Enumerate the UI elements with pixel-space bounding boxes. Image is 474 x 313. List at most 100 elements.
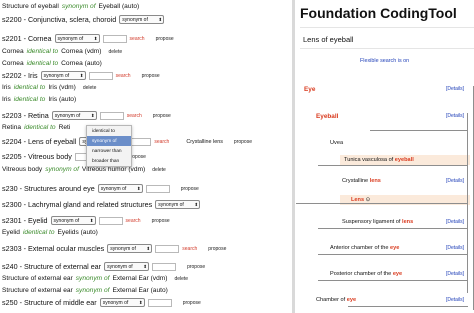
search-input[interactable] bbox=[152, 262, 177, 271]
tree-node[interactable]: Chamber of eye bbox=[316, 297, 356, 303]
mapping-row: s2300 - Lachrymal gland and related stru… bbox=[2, 199, 201, 210]
dropdown-option[interactable]: broader than bbox=[87, 156, 131, 166]
search-input[interactable] bbox=[145, 184, 170, 193]
dropdown-option[interactable]: identical to bbox=[87, 126, 131, 136]
search-button[interactable]: search bbox=[130, 36, 145, 42]
relation-select[interactable]: synonym of ⬍ bbox=[51, 111, 97, 120]
relation-select[interactable]: synonym of ⬍ bbox=[107, 244, 153, 253]
details-link[interactable]: [Details] bbox=[446, 245, 464, 251]
search-button[interactable]: search bbox=[127, 113, 142, 119]
tree-node[interactable]: Crystalline lens bbox=[342, 178, 381, 184]
code-label: s2203 - Retina bbox=[2, 111, 49, 120]
propose-button[interactable]: propose bbox=[234, 139, 252, 145]
relation-label: synonym of bbox=[75, 287, 110, 294]
relation-select[interactable]: synonym of ⬍ bbox=[97, 184, 143, 193]
node-text: Uvea bbox=[330, 140, 344, 146]
propose-button[interactable]: propose bbox=[153, 113, 171, 119]
chevron-down-icon: ⬍ bbox=[143, 263, 148, 269]
relation-select-value: synonym of bbox=[107, 263, 133, 270]
relation-select[interactable]: synonym of ⬍ bbox=[104, 262, 150, 271]
dropdown-option[interactable]: narrower than bbox=[87, 146, 131, 156]
subtitle-separator bbox=[300, 48, 474, 49]
target-input[interactable]: Crystalline lens bbox=[186, 139, 223, 145]
tree-connector bbox=[370, 130, 468, 131]
node-text: Chamber of bbox=[316, 297, 347, 303]
mapping-row: Structure of external ear synonym of Exter… bbox=[2, 285, 168, 296]
relation-label: synonym of bbox=[61, 3, 96, 10]
term-label: Iris bbox=[2, 96, 11, 103]
details-link[interactable]: [Details] bbox=[446, 113, 464, 119]
details-link[interactable]: [Details] bbox=[446, 271, 464, 277]
delete-button[interactable]: delete bbox=[152, 167, 166, 173]
tree-node[interactable]: Suspensory ligament of lens bbox=[342, 219, 413, 225]
relation-select-value: synonym of bbox=[158, 201, 184, 208]
relation-select[interactable]: synonym of ⬍ bbox=[54, 34, 100, 43]
delete-button[interactable]: delete bbox=[83, 85, 97, 91]
details-link[interactable]: [Details] bbox=[446, 297, 464, 303]
relation-select[interactable]: synonym of ⬍ bbox=[155, 200, 201, 209]
relation-select-value: synonym of bbox=[53, 217, 80, 224]
propose-button[interactable]: propose bbox=[142, 73, 160, 79]
mapping-row: s2203 - Retina synonym of ⬍ search propose bbox=[2, 110, 171, 121]
mapping-row: Iris identical to Iris (vdm) delete bbox=[2, 82, 96, 93]
details-link[interactable]: [Details] bbox=[446, 86, 464, 92]
relation-label: identical to bbox=[24, 124, 56, 131]
propose-button[interactable]: propose bbox=[208, 246, 226, 252]
details-link[interactable]: [Details] bbox=[446, 219, 464, 225]
node-highlight: eyeball bbox=[394, 157, 414, 163]
delete-button[interactable]: delete bbox=[174, 276, 188, 282]
tree-node[interactable]: Anterior chamber of the eye bbox=[330, 245, 399, 251]
node-highlight: eye bbox=[392, 271, 403, 277]
search-input[interactable] bbox=[98, 216, 123, 225]
node-text: Crystalline bbox=[342, 178, 370, 184]
term-label: Vitreous body bbox=[2, 166, 43, 173]
propose-button[interactable]: propose bbox=[152, 218, 170, 224]
node-highlight: eye bbox=[346, 297, 357, 303]
relation-dropdown[interactable]: identical to synonym of narrower than broad… bbox=[86, 125, 132, 167]
search-input[interactable] bbox=[155, 244, 180, 253]
propose-button[interactable]: propose bbox=[156, 36, 174, 42]
entity-title: Lens of eyeball bbox=[303, 35, 354, 44]
tree-node[interactable]: Eye bbox=[304, 86, 315, 93]
tree-node[interactable]: Eyeball bbox=[316, 113, 338, 120]
target-label: Cornea (vdm) bbox=[61, 48, 102, 55]
relation-label: identical to bbox=[26, 60, 59, 67]
term-label: Eyelid bbox=[2, 229, 20, 236]
code-label: s2200 - Conjunctiva, sclera, choroid bbox=[2, 15, 117, 24]
relation-select[interactable]: synonym of ⬍ bbox=[119, 15, 165, 24]
search-input[interactable] bbox=[102, 34, 127, 43]
details-link[interactable]: [Details] bbox=[446, 178, 464, 184]
mapping-row: s2200 - Conjunctiva, sclera, choroid syno… bbox=[2, 14, 165, 25]
search-input[interactable] bbox=[99, 111, 124, 120]
search-button[interactable]: search bbox=[116, 73, 131, 79]
propose-button[interactable]: propose bbox=[187, 264, 205, 270]
panel-divider[interactable] bbox=[292, 0, 295, 313]
search-input[interactable] bbox=[88, 71, 113, 80]
delete-button[interactable]: delete bbox=[108, 49, 122, 55]
search-button[interactable]: search bbox=[126, 218, 141, 224]
term-label: Iris bbox=[2, 84, 11, 91]
relation-select[interactable]: synonym of ⬍ bbox=[50, 216, 96, 225]
propose-button[interactable]: propose bbox=[181, 186, 199, 192]
search-input[interactable] bbox=[147, 298, 172, 307]
propose-button[interactable]: propose bbox=[183, 300, 201, 306]
search-button[interactable]: search bbox=[154, 139, 169, 145]
relation-label: identical to bbox=[13, 84, 46, 91]
tree-node[interactable]: Tunica vasculosa of eyeball bbox=[344, 157, 414, 163]
tree-connector bbox=[318, 165, 468, 166]
dropdown-option[interactable]: synonym of bbox=[87, 136, 131, 146]
target-label: Reti bbox=[58, 124, 71, 131]
target-label: External Ear (auto) bbox=[112, 287, 168, 294]
chevron-down-icon: ⬍ bbox=[194, 201, 199, 207]
relation-select-value: synonym of bbox=[57, 35, 84, 42]
relation-select[interactable]: synonym of ⬍ bbox=[99, 298, 145, 307]
tree-node[interactable]: Uvea bbox=[330, 140, 343, 146]
search-button[interactable]: search bbox=[182, 246, 197, 252]
tree-node[interactable]: Posterior chamber of the eye bbox=[330, 271, 402, 277]
code-label: s230 - Structures around eye bbox=[2, 184, 95, 193]
flexible-search-status[interactable]: Flexible search is on bbox=[360, 58, 409, 64]
chevron-down-icon: ⬍ bbox=[136, 185, 141, 191]
relation-select[interactable]: synonym of ⬍ bbox=[40, 71, 86, 80]
node-text: Posterior chamber of the bbox=[330, 271, 393, 277]
node-text: Anterior chamber of the bbox=[330, 245, 391, 251]
